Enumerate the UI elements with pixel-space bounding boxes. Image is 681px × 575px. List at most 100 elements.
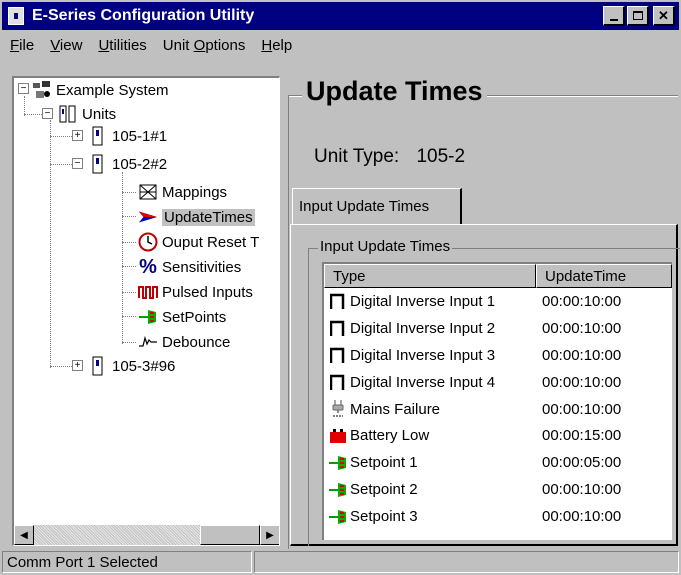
cell-type-label: Setpoint 1 (350, 454, 418, 472)
update-times-list[interactable]: Type UpdateTime Digital Inverse Input 1 0… (322, 262, 672, 540)
maximize-button[interactable] (627, 6, 649, 26)
menu-file-mnemonic: F (10, 36, 20, 54)
menu-view[interactable]: View (42, 37, 90, 54)
app-icon[interactable] (8, 7, 24, 25)
tree-item-root[interactable]: Example System (32, 78, 169, 102)
debounce-icon (138, 332, 158, 352)
scroll-thumb[interactable] (200, 525, 260, 545)
table-row[interactable]: Digital Inverse Input 1 00:00:10:00 (324, 288, 672, 315)
close-button[interactable]: ✕ (653, 6, 675, 26)
tree-item-unit-105-2-label: 105-2#2 (112, 155, 168, 173)
tree-item-pulsed-inputs-label: Pulsed Inputs (162, 283, 253, 301)
cell-type-label: Digital Inverse Input 4 (350, 373, 496, 391)
setpoint-icon (138, 307, 158, 327)
minimize-button[interactable] (603, 6, 625, 26)
tree-item-units-label: Units (82, 105, 117, 123)
list-header: Type UpdateTime (324, 264, 672, 288)
tree-item-sensitivities[interactable]: % Sensitivities (138, 255, 241, 279)
table-row[interactable]: Mains Failure 00:00:10:00 (324, 396, 672, 423)
setpoint-icon (328, 454, 348, 472)
status-bar: Comm Port 1 Selected (0, 551, 681, 575)
percent-icon: % (139, 255, 157, 278)
unit2-expander[interactable]: − (72, 158, 83, 169)
cell-type: Digital Inverse Input 2 (324, 319, 534, 337)
pulse-icon (328, 319, 348, 337)
tree-item-debounce-label: Debounce (162, 333, 231, 351)
tree-item-setpoints[interactable]: SetPoints (138, 305, 226, 329)
battery-icon (328, 427, 348, 445)
table-row[interactable]: Digital Inverse Input 3 00:00:10:00 (324, 342, 672, 369)
cell-updatetime: 00:00:10:00 (542, 292, 622, 310)
unit-tree-view[interactable]: − Example System − Units + 105-1#1 − 105… (12, 76, 280, 546)
tree-item-output-reset-label: Ouput Reset T (162, 233, 260, 251)
pulse-icon (328, 292, 348, 310)
clock-icon (138, 232, 158, 252)
tree-item-pulsed-inputs[interactable]: Pulsed Inputs (138, 280, 253, 304)
column-header-type[interactable]: Type (324, 264, 536, 288)
table-row[interactable]: Setpoint 1 00:00:05:00 (324, 449, 672, 476)
tree-horizontal-scrollbar[interactable]: ◀ ▶ (14, 525, 279, 545)
tab-input-update-times[interactable]: Input Update Times (292, 188, 462, 224)
plug-icon (328, 400, 348, 418)
table-row[interactable]: Digital Inverse Input 2 00:00:10:00 (324, 315, 672, 342)
cell-updatetime: 00:00:10:00 (542, 319, 622, 337)
tab-input-update-times-label: Input Update Times (299, 198, 430, 215)
scroll-right-button[interactable]: ▶ (260, 525, 279, 545)
cell-updatetime: 00:00:05:00 (542, 454, 622, 472)
scroll-left-button[interactable]: ◀ (14, 525, 34, 545)
menu-file-label: ile (19, 36, 35, 54)
tree-item-unit-105-2[interactable]: 105-2#2 (88, 152, 167, 176)
menu-unit-options-mnemonic: O (193, 36, 206, 54)
cell-type: Setpoint 1 (324, 454, 534, 472)
app-window: E-Series Configuration Utility ✕ File Vi… (0, 0, 681, 575)
menu-help[interactable]: Help (253, 37, 300, 54)
scroll-track[interactable] (34, 525, 200, 545)
tree-item-units[interactable]: Units (58, 102, 116, 126)
cell-type: Digital Inverse Input 4 (324, 373, 534, 391)
tree-item-setpoints-label: SetPoints (162, 308, 227, 326)
cell-updatetime: 00:00:10:00 (542, 373, 622, 391)
tree-item-unit-105-3[interactable]: 105-3#96 (88, 354, 175, 378)
column-header-updatetime-label: UpdateTime (545, 267, 627, 285)
units-icon (58, 104, 78, 124)
cell-updatetime: 00:00:10:00 (542, 508, 622, 526)
menu-unit-options[interactable]: Unit Options (155, 37, 254, 54)
tree-item-debounce[interactable]: Debounce (138, 330, 230, 354)
unit-type-value: 105-2 (416, 146, 466, 167)
cell-type-label: Digital Inverse Input 3 (350, 346, 496, 364)
cell-type: Digital Inverse Input 3 (324, 346, 534, 364)
cell-updatetime: 00:00:10:00 (542, 481, 622, 499)
menu-utilities[interactable]: Utilities (90, 37, 154, 54)
tree-item-mappings[interactable]: Mappings (138, 180, 227, 204)
tree-item-updatetimes[interactable]: UpdateTimes (138, 205, 255, 229)
arrow-right-icon: ▶ (266, 529, 274, 541)
pulse-icon (328, 346, 348, 364)
title-bar[interactable]: E-Series Configuration Utility ✕ (2, 2, 679, 30)
cell-updatetime: 00:00:10:00 (542, 400, 622, 418)
unit3-expander[interactable]: + (72, 360, 83, 371)
cell-type-label: Digital Inverse Input 2 (350, 319, 496, 337)
table-row[interactable]: Setpoint 3 00:00:10:00 (324, 503, 672, 530)
minimize-icon (609, 18, 618, 21)
arrow-icon (138, 207, 158, 227)
window-title: E-Series Configuration Utility (32, 7, 255, 24)
tree-item-output-reset[interactable]: Ouput Reset T (138, 230, 259, 254)
table-row[interactable]: Digital Inverse Input 4 00:00:10:00 (324, 369, 672, 396)
table-row[interactable]: Battery Low 00:00:15:00 (324, 422, 672, 449)
tree-item-unit-105-1[interactable]: 105-1#1 (88, 124, 167, 148)
cell-type: Digital Inverse Input 1 (324, 292, 534, 310)
table-row[interactable]: Setpoint 2 00:00:10:00 (324, 476, 672, 503)
tree-item-updatetimes-label: UpdateTimes (162, 208, 255, 226)
root-expander[interactable]: − (18, 83, 29, 94)
unit1-expander[interactable]: + (72, 130, 83, 141)
cell-type-label: Mains Failure (350, 400, 441, 418)
menu-file[interactable]: File (2, 37, 42, 54)
menu-bar: File View Utilities Unit Options Help (2, 32, 679, 58)
units-expander[interactable]: − (42, 108, 53, 119)
menu-utilities-label: tilities (109, 36, 147, 54)
column-header-updatetime[interactable]: UpdateTime (536, 264, 672, 288)
group-label: Input Update Times (318, 238, 453, 255)
arrow-left-icon: ◀ (20, 529, 28, 541)
close-icon: ✕ (658, 8, 669, 23)
unit-icon (88, 356, 108, 376)
